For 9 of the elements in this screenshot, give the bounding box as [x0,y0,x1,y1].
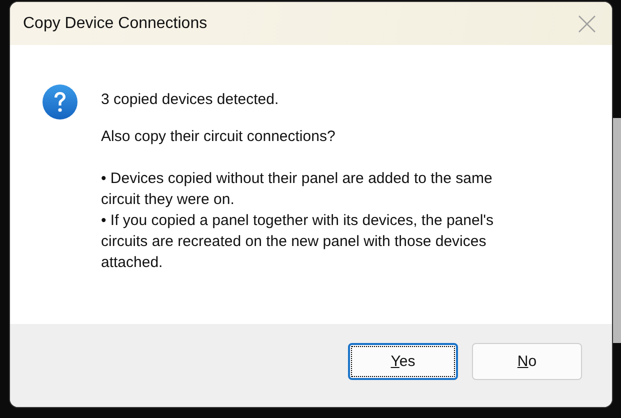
question-icon [42,84,78,120]
yes-button[interactable]: Yes [348,343,458,380]
message-question: Also copy their circuit connections? [101,127,336,147]
bullet-text: • If you copied a panel together with its devices, the panel's circuits are recreated on the new panel with those devices attached. [101,211,495,273]
close-icon[interactable] [578,14,596,32]
bullet-text: • Devices copied without their panel are added to the same circuit they were on. [101,169,494,210]
window-title: Copy Device Connections [23,14,208,32]
no-button[interactable]: No [472,343,582,380]
message-heading: 3 copied devices detected. [101,90,280,110]
